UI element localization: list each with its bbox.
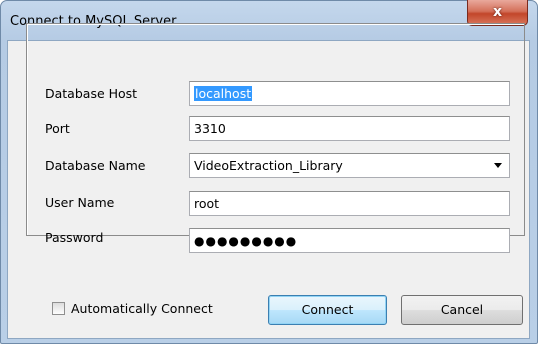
database-host-label: Database Host bbox=[45, 86, 138, 101]
auto-connect-checkbox[interactable] bbox=[52, 302, 65, 315]
user-name-input[interactable]: root bbox=[189, 191, 510, 216]
user-name-label: User Name bbox=[45, 195, 115, 210]
auto-connect-label[interactable]: Automatically Connect bbox=[71, 301, 213, 316]
database-name-value: VideoExtraction_Library bbox=[194, 158, 343, 173]
user-name-value: root bbox=[194, 196, 220, 211]
database-name-label: Database Name bbox=[45, 158, 146, 173]
chevron-down-icon[interactable] bbox=[494, 163, 502, 168]
cancel-button[interactable]: Cancel bbox=[401, 295, 523, 325]
close-icon: x bbox=[492, 4, 503, 20]
database-name-select[interactable]: VideoExtraction_Library bbox=[189, 153, 510, 178]
database-host-input[interactable]: localhost bbox=[189, 81, 510, 106]
connect-button[interactable]: Connect bbox=[268, 295, 387, 325]
port-label: Port bbox=[45, 121, 70, 136]
port-input[interactable]: 3310 bbox=[189, 116, 510, 141]
password-masked-value: ●●●●●●●●● bbox=[194, 234, 298, 248]
port-value: 3310 bbox=[194, 121, 226, 136]
password-input[interactable]: ●●●●●●●●● bbox=[189, 228, 510, 253]
password-label: Password bbox=[45, 230, 104, 245]
database-host-value: localhost bbox=[194, 86, 253, 101]
